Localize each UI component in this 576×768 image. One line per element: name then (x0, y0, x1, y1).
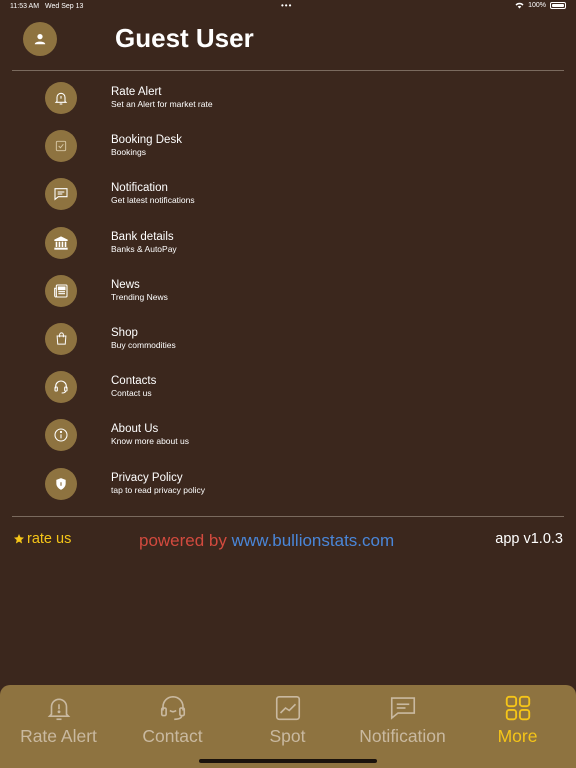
checkbox-icon (45, 130, 77, 163)
menu-item-booking-desk[interactable]: Booking Desk Bookings (0, 122, 576, 170)
menu-item-subtitle: tap to read privacy policy (111, 484, 206, 495)
bell-icon (47, 698, 70, 721)
status-right: 100% (515, 2, 566, 9)
battery-icon (550, 2, 566, 9)
tab-label: Contact (142, 726, 203, 746)
message-icon (390, 697, 415, 720)
powered-by: powered by www.bullionstats.com (139, 531, 394, 551)
tab-rate-alert[interactable]: Rate Alert (1, 685, 116, 755)
tab-label: Spot (269, 726, 306, 746)
info-icon (45, 419, 77, 452)
home-indicator[interactable] (199, 759, 377, 763)
menu-item-bank-details[interactable]: Bank details Banks & AutoPay (0, 219, 576, 267)
more-menu-list: Rate Alert Set an Alert for market rate … (0, 74, 576, 508)
powered-by-label: powered by (139, 531, 227, 550)
newspaper-icon (45, 274, 77, 307)
tab-spot[interactable]: Spot (230, 685, 345, 755)
bell-icon (45, 82, 77, 114)
menu-item-subtitle: Buy commodities (111, 339, 176, 350)
person-icon (34, 34, 46, 45)
website-link[interactable]: www.bullionstats.com (232, 531, 395, 550)
menu-item-title: Booking Desk (111, 134, 182, 147)
menu-item-subtitle: Banks & AutoPay (111, 243, 177, 254)
tab-label: More (497, 726, 538, 746)
menu-item-title: Contacts (111, 375, 157, 388)
profile-header: Guest User (0, 18, 576, 62)
shield-icon (45, 467, 77, 500)
status-bar: 11:53 AM Wed Sep 13 ••• 100% (0, 0, 576, 14)
tab-more[interactable]: More (460, 685, 575, 755)
app-version: app v1.0.3 (495, 531, 563, 547)
tab-label: Notification (359, 726, 446, 746)
status-date: Wed Sep 13 (45, 3, 84, 10)
page-title: Guest User (115, 23, 254, 53)
menu-item-subtitle: Get latest notifications (111, 195, 195, 206)
menu-item-title: Bank details (111, 230, 174, 243)
message-icon (45, 178, 77, 211)
tab-notification[interactable]: Notification (345, 685, 460, 755)
headset-icon (45, 371, 77, 404)
avatar[interactable] (23, 22, 57, 56)
footer-divider (12, 516, 564, 517)
status-time: 11:53 AM (10, 3, 40, 10)
menu-item-subtitle: Know more about us (111, 436, 189, 447)
battery-percent: 100% (528, 2, 546, 9)
rate-us-button[interactable]: rate us (13, 531, 71, 547)
grid-icon (505, 695, 530, 721)
menu-item-title: Notification (111, 182, 168, 195)
footer-row: rate us powered by www.bullionstats.com … (0, 531, 576, 551)
menu-item-rate-alert[interactable]: Rate Alert Set an Alert for market rate (0, 74, 576, 122)
bank-icon (45, 226, 77, 259)
menu-item-about-us[interactable]: About Us Know more about us (0, 411, 576, 459)
menu-item-title: About Us (111, 423, 159, 436)
tab-label: Rate Alert (20, 726, 97, 746)
menu-item-title: Privacy Policy (111, 471, 183, 484)
menu-item-shop[interactable]: Shop Buy commodities (0, 315, 576, 363)
menu-item-subtitle: Bookings (111, 147, 146, 158)
menu-item-title: Shop (111, 326, 138, 339)
menu-item-news[interactable]: News Trending News (0, 267, 576, 315)
wifi-icon (515, 2, 524, 9)
header-divider (12, 70, 564, 71)
menu-item-notification[interactable]: Notification Get latest notifications (0, 170, 576, 218)
bottom-tab-bar: Rate Alert Contact Spot Notification Mor… (0, 685, 576, 768)
menu-item-privacy-policy[interactable]: Privacy Policy tap to read privacy polic… (0, 460, 576, 508)
menu-item-subtitle: Trending News (111, 291, 168, 302)
shopping-bag-icon (45, 322, 77, 355)
rate-us-label: rate us (27, 531, 72, 547)
menu-item-title: Rate Alert (111, 86, 162, 98)
star-icon (14, 534, 24, 544)
menu-item-subtitle: Set an Alert for market rate (111, 99, 213, 109)
menu-item-subtitle: Contact us (111, 388, 152, 399)
chart-icon (275, 695, 300, 721)
tab-contact[interactable]: Contact (115, 685, 230, 755)
menu-item-contacts[interactable]: Contacts Contact us (0, 363, 576, 411)
multitasking-dots[interactable]: ••• (281, 1, 292, 10)
headset-icon (160, 695, 185, 721)
menu-item-title: News (111, 278, 140, 291)
